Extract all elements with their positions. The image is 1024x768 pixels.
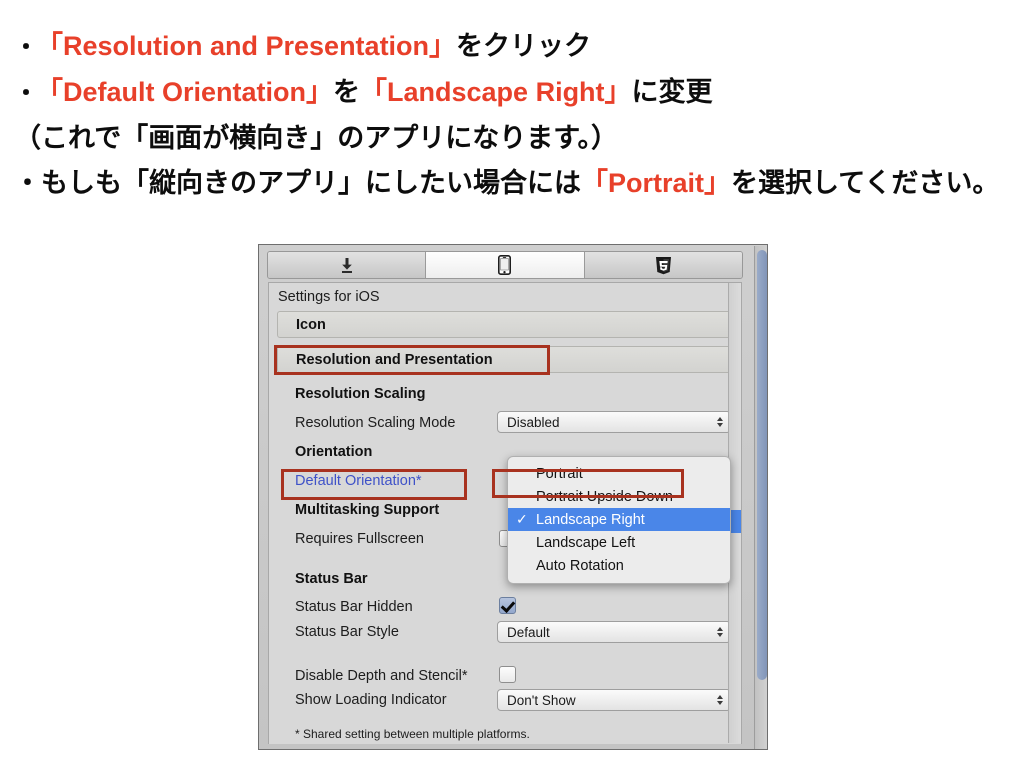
stepper-arrows-icon — [717, 417, 723, 427]
menu-item-auto-rotation[interactable]: Auto Rotation — [508, 554, 730, 577]
status-bar-style-select[interactable]: Default — [497, 621, 731, 643]
instruction-2-highlight-b: 「Landscape Right」 — [360, 77, 632, 107]
resolution-scaling-mode-select[interactable]: Disabled — [497, 411, 731, 433]
menu-item-portrait-upside-down-label: Portrait Upside Down — [536, 488, 673, 505]
disable-depth-stencil-checkbox[interactable] — [499, 666, 516, 683]
selection-highlight-bleed — [731, 510, 741, 533]
instruction-2-mid: を — [333, 77, 361, 107]
instruction-4-post: を選択してください。 — [731, 168, 1000, 198]
menu-item-portrait-upside-down[interactable]: Portrait Upside Down — [508, 485, 730, 508]
instruction-1-tail: をクリック — [456, 31, 592, 61]
instruction-1-highlight: 「Resolution and Presentation」 — [36, 31, 457, 61]
window-scrollbar-thumb[interactable] — [757, 250, 767, 680]
show-loading-indicator-select[interactable]: Don't Show — [497, 689, 731, 711]
menu-item-landscape-left-label: Landscape Left — [536, 534, 636, 551]
row-label-status-bar-hidden: Status Bar Hidden — [295, 599, 413, 615]
sidebar-item-mobile[interactable] — [426, 252, 585, 278]
menu-item-portrait-label: Portrait — [536, 465, 583, 482]
stepper-arrows-icon — [717, 695, 723, 705]
menu-item-landscape-left[interactable]: Landscape Left — [508, 531, 730, 554]
platform-tab-strip[interactable] — [267, 251, 743, 279]
resolution-scaling-mode-value: Disabled — [507, 414, 560, 430]
mobile-device-icon — [498, 255, 512, 275]
settings-pane: Settings for iOS Icon Resolution and Pre… — [268, 282, 742, 744]
group-header-resolution[interactable]: Resolution and Presentation — [277, 346, 732, 373]
instruction-2-highlight-a: 「Default Orientation」 — [36, 77, 334, 107]
instruction-text-block: ・「Resolution and Presentation」をクリック ・「De… — [14, 24, 1014, 206]
section-label-resolution-scaling: Resolution Scaling — [295, 386, 426, 402]
row-label-default-orientation[interactable]: Default Orientation* — [295, 473, 422, 489]
row-label-show-loading-indicator: Show Loading Indicator — [295, 692, 447, 708]
instruction-2-tail: に変更 — [631, 77, 713, 107]
status-bar-hidden-checkbox[interactable] — [499, 597, 516, 614]
slide-root: ・「Resolution and Presentation」をクリック ・「De… — [0, 0, 1024, 768]
group-header-resolution-label: Resolution and Presentation — [296, 351, 493, 368]
instruction-3-text: （これで「画面が横向き」のアプリになります。） — [14, 123, 618, 153]
page-title: Settings for iOS — [278, 289, 380, 305]
instruction-line-1: ・「Resolution and Presentation」をクリック — [14, 24, 1014, 70]
sidebar-item-install[interactable] — [268, 252, 427, 278]
bullet-marker-2: ・ — [14, 80, 38, 107]
section-label-multitasking: Multitasking Support — [295, 502, 440, 518]
show-loading-indicator-value: Don't Show — [507, 692, 576, 708]
section-label-status-bar: Status Bar — [295, 571, 368, 587]
instruction-4-highlight: 「Portrait」 — [581, 168, 732, 198]
instruction-line-2: ・「Default Orientation」を「Landscape Right」… — [14, 70, 1014, 116]
instruction-line-3: （これで「画面が横向き」のアプリになります。） — [14, 116, 1014, 161]
row-label-status-bar-style: Status Bar Style — [295, 624, 399, 640]
group-header-icon[interactable]: Icon — [277, 311, 732, 338]
row-label-resolution-scaling-mode: Resolution Scaling Mode — [295, 415, 456, 431]
status-bar-style-value: Default — [507, 624, 550, 640]
checkmark-icon: ✓ — [516, 511, 528, 527]
instruction-line-4: ・もしも「縦向きのアプリ」にしたい場合には「Portrait」を選択してください… — [14, 161, 1014, 206]
default-orientation-dropdown-menu[interactable]: Portrait Portrait Upside Down ✓ Landscap… — [507, 456, 731, 584]
sidebar-item-html5[interactable] — [584, 252, 742, 278]
bullet-marker-1: ・ — [14, 34, 38, 61]
menu-item-landscape-right-label: Landscape Right — [536, 511, 645, 528]
instruction-4-pre: ・もしも「縦向きのアプリ」にしたい場合には — [14, 168, 581, 198]
section-label-orientation: Orientation — [295, 444, 373, 460]
embedded-app-screenshot: Settings for iOS Icon Resolution and Pre… — [258, 244, 768, 750]
app-window-frame: Settings for iOS Icon Resolution and Pre… — [259, 245, 767, 749]
menu-item-portrait[interactable]: Portrait — [508, 462, 730, 485]
menu-item-auto-rotation-label: Auto Rotation — [536, 557, 624, 574]
html5-icon — [655, 256, 672, 275]
row-label-requires-fullscreen: Requires Fullscreen — [295, 531, 424, 547]
row-label-disable-depth-stencil: Disable Depth and Stencil* — [295, 668, 468, 684]
stepper-arrows-icon — [717, 627, 723, 637]
shared-setting-footnote: * Shared setting between multiple platfo… — [295, 727, 530, 741]
window-scrollbar[interactable] — [754, 246, 767, 749]
download-icon — [339, 257, 355, 274]
group-header-icon-label: Icon — [296, 316, 326, 333]
menu-item-landscape-right[interactable]: ✓ Landscape Right — [508, 508, 730, 531]
